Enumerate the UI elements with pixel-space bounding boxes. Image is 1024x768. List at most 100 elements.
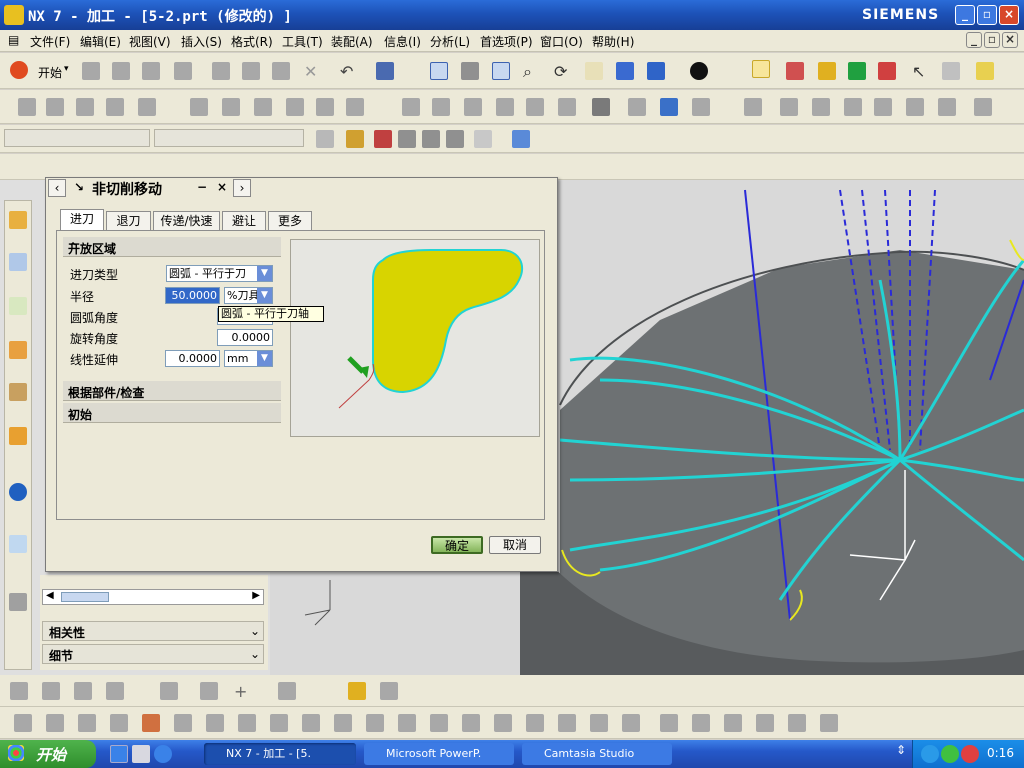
- filter-icon[interactable]: [942, 62, 960, 80]
- blend-icon[interactable]: [14, 714, 32, 732]
- start-icon[interactable]: [10, 61, 28, 79]
- hole-icon[interactable]: [142, 714, 160, 732]
- initial-section[interactable]: 初始 ⌄: [63, 403, 281, 423]
- path-display-icon[interactable]: [844, 98, 862, 116]
- sketch-icon[interactable]: [106, 682, 124, 700]
- select-all-icon[interactable]: [316, 130, 334, 148]
- tool-icon[interactable]: [874, 98, 892, 116]
- menu-preferences[interactable]: 首选项(P): [480, 33, 533, 50]
- details-panel-header[interactable]: 细节 ⌄: [42, 644, 264, 664]
- postprocess-icon[interactable]: [878, 62, 896, 80]
- quadrant-icon[interactable]: [446, 130, 464, 148]
- dialog-forward-icon[interactable]: ›: [233, 179, 251, 197]
- line-icon[interactable]: [10, 682, 28, 700]
- pocket-icon[interactable]: [206, 714, 224, 732]
- menu-insert[interactable]: 插入(S): [181, 33, 222, 50]
- trim-body-icon[interactable]: [430, 714, 448, 732]
- doc-minimize-icon[interactable]: _: [966, 32, 982, 48]
- start-menu-button[interactable]: 开始: [38, 64, 62, 81]
- face-blend-icon[interactable]: [660, 714, 678, 732]
- thicken-icon[interactable]: [692, 714, 710, 732]
- select-icon[interactable]: ↖: [912, 62, 930, 81]
- tab-more[interactable]: 更多: [268, 211, 312, 231]
- spline-icon[interactable]: [74, 682, 92, 700]
- subtract-icon[interactable]: [366, 714, 384, 732]
- boss-icon[interactable]: [174, 714, 192, 732]
- box-select-icon[interactable]: [512, 130, 530, 148]
- edit-object-icon[interactable]: [316, 98, 334, 116]
- menu-file[interactable]: 文件(F): [30, 33, 70, 50]
- create-tool-icon[interactable]: [46, 98, 64, 116]
- tab-engage[interactable]: 进刀: [60, 209, 104, 232]
- replace-face-icon[interactable]: [756, 714, 774, 732]
- scroll-right-icon[interactable]: ▶: [252, 590, 260, 601]
- extrude-icon[interactable]: [160, 682, 178, 700]
- recorder-icon[interactable]: [941, 745, 959, 763]
- draft-icon[interactable]: [110, 714, 128, 732]
- chamfer-icon[interactable]: [46, 714, 64, 732]
- sew-icon[interactable]: [622, 714, 640, 732]
- browser-icon[interactable]: [154, 745, 172, 763]
- holder-icon[interactable]: [906, 98, 924, 116]
- simulate-icon[interactable]: [526, 98, 544, 116]
- shell-icon[interactable]: [78, 714, 96, 732]
- undo-icon[interactable]: ↶: [340, 62, 358, 81]
- system-materials-icon[interactable]: [9, 593, 27, 611]
- menu-window[interactable]: 窗口(O): [540, 33, 583, 50]
- analysis-icon[interactable]: [380, 682, 398, 700]
- menu-assembly[interactable]: 装配(A): [331, 33, 373, 50]
- restore-icon[interactable]: ▫: [977, 5, 997, 25]
- feature-table-icon[interactable]: [820, 714, 838, 732]
- dialog-close-icon[interactable]: ×: [213, 179, 231, 197]
- shaded-icon[interactable]: [647, 62, 665, 80]
- minimize-icon[interactable]: _: [955, 5, 975, 25]
- scope-filter-select[interactable]: [154, 129, 304, 147]
- machine-tool-view-icon[interactable]: [222, 98, 240, 116]
- radius-input[interactable]: 50.0000: [165, 287, 220, 304]
- cut-icon[interactable]: [212, 62, 230, 80]
- menu-analysis[interactable]: 分析(L): [430, 33, 470, 50]
- quick-launch-icon[interactable]: [132, 745, 150, 763]
- task-powerpoint[interactable]: Microsoft PowerP.: [364, 743, 514, 765]
- history-icon[interactable]: [9, 341, 27, 359]
- measure-icon[interactable]: [348, 682, 366, 700]
- tab-avoidance[interactable]: 避让: [222, 211, 266, 231]
- more-icon[interactable]: [974, 98, 992, 116]
- create-operation-icon[interactable]: [138, 98, 156, 116]
- command-finder-icon[interactable]: [376, 62, 394, 80]
- patch-icon[interactable]: [724, 714, 742, 732]
- intersect-icon[interactable]: [398, 714, 416, 732]
- replay-path-icon[interactable]: [432, 98, 450, 116]
- task-camtasia[interactable]: Camtasia Studio: [522, 743, 672, 765]
- save-as-icon[interactable]: [174, 62, 192, 80]
- scroll-left-icon[interactable]: ◀: [46, 590, 54, 601]
- copy-icon[interactable]: [242, 62, 260, 80]
- render-style-icon[interactable]: [690, 62, 708, 80]
- close-icon[interactable]: ×: [999, 5, 1019, 25]
- program-order-icon[interactable]: [190, 98, 208, 116]
- post-icon[interactable]: [592, 98, 610, 116]
- dialog-collapse-icon[interactable]: −: [193, 179, 211, 197]
- unite-icon[interactable]: [334, 714, 352, 732]
- magnify-icon[interactable]: ⌕: [523, 62, 541, 81]
- open-icon[interactable]: [112, 62, 130, 80]
- chevron-down-icon[interactable]: ▾: [64, 64, 69, 74]
- mirror-icon[interactable]: [590, 714, 608, 732]
- scroll-thumb[interactable]: [61, 592, 109, 602]
- offset-face-icon[interactable]: [494, 714, 512, 732]
- fit-view-icon[interactable]: [430, 62, 448, 80]
- doc-restore-icon[interactable]: ▫: [984, 32, 1000, 48]
- assembly-nav-icon[interactable]: [9, 211, 27, 229]
- type-filter-select[interactable]: [4, 129, 150, 147]
- midpoint-icon[interactable]: [398, 130, 416, 148]
- related-panel-header[interactable]: 相关性 ⌄: [42, 621, 264, 641]
- navigator-hscroll[interactable]: ◀ ▶: [42, 589, 264, 605]
- dialog-back-icon[interactable]: ‹: [48, 179, 66, 197]
- tray-expand-icon[interactable]: ⇕: [896, 743, 906, 757]
- new-icon[interactable]: [82, 62, 100, 80]
- endpoint-icon[interactable]: [374, 130, 392, 148]
- dialog-pin-icon[interactable]: ↘: [70, 179, 88, 197]
- pan-icon[interactable]: [585, 62, 603, 80]
- pad-icon[interactable]: [238, 714, 256, 732]
- web-browser-icon[interactable]: [9, 535, 27, 553]
